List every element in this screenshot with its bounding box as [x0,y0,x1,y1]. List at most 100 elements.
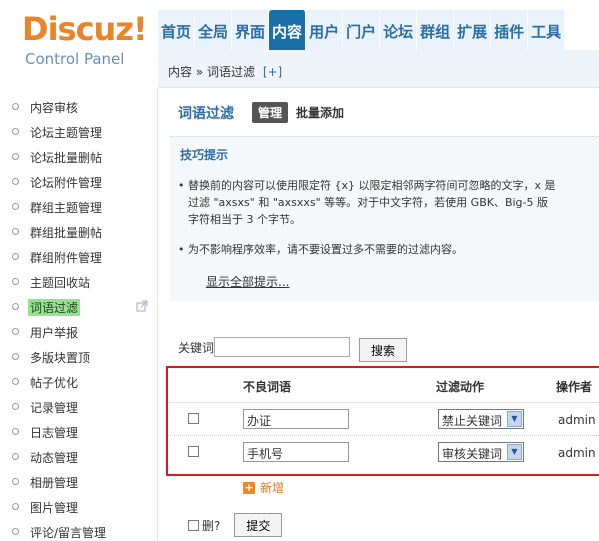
nav-item-forum[interactable]: 论坛 [380,10,418,50]
table-row: 办证 禁止关键词 ▼ admin [168,402,599,434]
bullet-icon [12,228,19,235]
chevron-down-icon: ▼ [507,411,522,427]
tip-line: 过滤 "axsxs" 和 "axsxxs" 等等。对于中文字符，若使用 GBK、… [188,196,549,209]
nav-item-style[interactable]: 界面 [232,10,270,50]
logo[interactable]: Discuz! Control Panel [22,12,152,72]
logo-brand: Discuz! [22,10,148,48]
breadcrumb-add-link[interactable]: [+] [263,65,282,79]
search-button[interactable]: 搜索 [359,338,408,362]
sidebar-item-label: 多版块置顶 [30,351,91,365]
sidebar-item-label: 用户举报 [30,326,79,340]
nav-item-extend[interactable]: 扩展 [454,10,492,50]
bottom-actions: 删? 提交 [188,513,283,537]
nav-item-portal[interactable]: 门户 [343,10,381,50]
bullet-icon [12,378,19,385]
add-new-link[interactable]: + 新增 [243,479,284,496]
sidebar-item-forum-attachments[interactable]: 论坛附件管理 [0,171,158,193]
tips-panel: 技巧提示 • 替换前的内容可以使用限定符 {x} 以限定相邻两字符间可忽略的文字… [170,136,599,301]
tip-line: 为不影响程序效率，请不要设置过多不需要的过滤内容。 [188,243,463,256]
breadcrumb-bar: 内容 » 词语过滤 [+] [158,50,599,88]
sidebar-item-label: 图片管理 [30,501,79,515]
row-checkbox[interactable] [188,413,199,424]
header-word: 不良词语 [243,380,292,394]
bullet-icon [12,478,19,485]
sidebar-item-label: 论坛附件管理 [30,176,103,190]
breadcrumb-text: 内容 » 词语过滤 [168,65,255,79]
bullet-icon [12,178,19,185]
word-input[interactable]: 办证 [243,409,349,429]
submit-button[interactable]: 提交 [234,513,283,537]
sidebar-item-label: 内容审核 [30,101,79,115]
bullet-icon [12,428,19,435]
sidebar-item-label: 动态管理 [30,451,79,465]
sidebar-item-group-batch-delete[interactable]: 群组批量删帖 [0,221,158,243]
sidebar-item-album-manage[interactable]: 相册管理 [0,471,158,493]
nav-item-content[interactable]: 内容 [269,10,307,50]
operator-text: admin [558,413,596,427]
sidebar-item-label: 论坛批量删帖 [30,151,103,165]
sidebar-item-multi-stick[interactable]: 多版块置顶 [0,346,158,368]
delete-all-checkbox[interactable] [188,519,199,531]
add-new-label: 新增 [260,481,285,495]
bullet-icon [12,128,19,135]
bullet-icon [12,253,19,260]
nav-item-plugin[interactable]: 插件 [491,10,529,50]
page-title-bar: 词语过滤 管理 批量添加 [178,102,344,123]
filter-table: 不良词语 过滤动作 操作者 办证 禁止关键词 ▼ admin 手机号 审核关键词 ▼… [166,366,599,476]
sidebar-item-user-reports[interactable]: 用户举报 [0,321,158,343]
manage-tab[interactable]: 管理 [252,102,289,123]
sidebar-item-image-manage[interactable]: 图片管理 [0,496,158,518]
sidebar-item-label: 相册管理 [30,476,79,490]
sidebar-item-forum-batch-delete[interactable]: 论坛批量删帖 [0,146,158,168]
tip-line: 字符相当于 3 个字节。 [188,213,301,226]
tip-item: • 为不影响程序效率，请不要设置过多不需要的过滤内容。 [178,241,463,258]
breadcrumb: 内容 » 词语过滤 [+] [168,63,282,80]
bullet-icon [12,328,19,335]
nav-item-tools[interactable]: 工具 [528,10,566,50]
plus-icon: + [243,480,255,494]
sidebar-item-label: 群组主题管理 [30,201,103,215]
tip-item: • 替换前的内容可以使用限定符 {x} 以限定相邻两字符间可忽略的文字，x 是 … [178,177,599,228]
action-select[interactable]: 禁止关键词 ▼ [438,409,524,429]
batch-add-tab[interactable]: 批量添加 [296,104,344,121]
action-select[interactable]: 审核关键词 ▼ [438,442,524,462]
tips-title: 技巧提示 [180,148,229,162]
sidebar-item-word-filter[interactable]: 词语过滤 [0,296,158,318]
main-content: 词语过滤 管理 批量添加 技巧提示 • 替换前的内容可以使用限定符 {x} 以限… [158,88,599,541]
external-link-icon[interactable] [136,300,148,312]
nav-item-user[interactable]: 用户 [306,10,344,50]
keyword-input[interactable] [214,337,351,357]
bullet-icon [12,153,19,160]
sidebar-item-label: 帖子优化 [30,376,79,390]
sidebar-item-feed-manage[interactable]: 动态管理 [0,446,158,468]
bullet-icon [12,278,19,285]
top-nav: 首页 全局 界面 内容 用户 门户 论坛 群组 扩展 插件 工具 [158,10,566,50]
show-all-tips-link[interactable]: 显示全部提示... [206,273,289,290]
sidebar-item-forum-threads[interactable]: 论坛主题管理 [0,121,158,143]
sidebar-item-recycle-bin[interactable]: 主题回收站 [0,271,158,293]
bullet-icon [12,203,19,210]
header-action: 过滤动作 [436,380,485,394]
bullet-icon: • [178,243,185,256]
sidebar-item-label: 词语过滤 [28,299,81,316]
word-input[interactable]: 手机号 [243,442,349,462]
keyword-label: 关键词 [178,340,215,355]
nav-item-group[interactable]: 群组 [417,10,455,50]
sidebar-item-post-optimize[interactable]: 帖子优化 [0,371,158,393]
bullet-icon [12,503,19,510]
sidebar-item-label: 记录管理 [30,401,79,415]
sidebar-item-group-attachments[interactable]: 群组附件管理 [0,246,158,268]
sidebar-item-content-review[interactable]: 内容审核 [0,96,158,118]
sidebar-item-label: 群组附件管理 [30,251,103,265]
sidebar-item-group-threads[interactable]: 群组主题管理 [0,196,158,218]
sidebar-item-comment-manage[interactable]: 评论/留言管理 [0,521,158,541]
page-title: 词语过滤 [178,105,234,122]
nav-item-home[interactable]: 首页 [158,10,196,50]
sidebar-item-label: 主题回收站 [30,276,91,290]
nav-item-global[interactable]: 全局 [195,10,233,50]
sidebar-item-log-manage[interactable]: 日志管理 [0,421,158,443]
sidebar-item-record-manage[interactable]: 记录管理 [0,396,158,418]
bullet-icon: • [178,179,185,192]
row-checkbox[interactable] [188,446,199,457]
tip-line: 替换前的内容可以使用限定符 {x} 以限定相邻两字符间可忽略的文字，x 是 [188,179,556,192]
